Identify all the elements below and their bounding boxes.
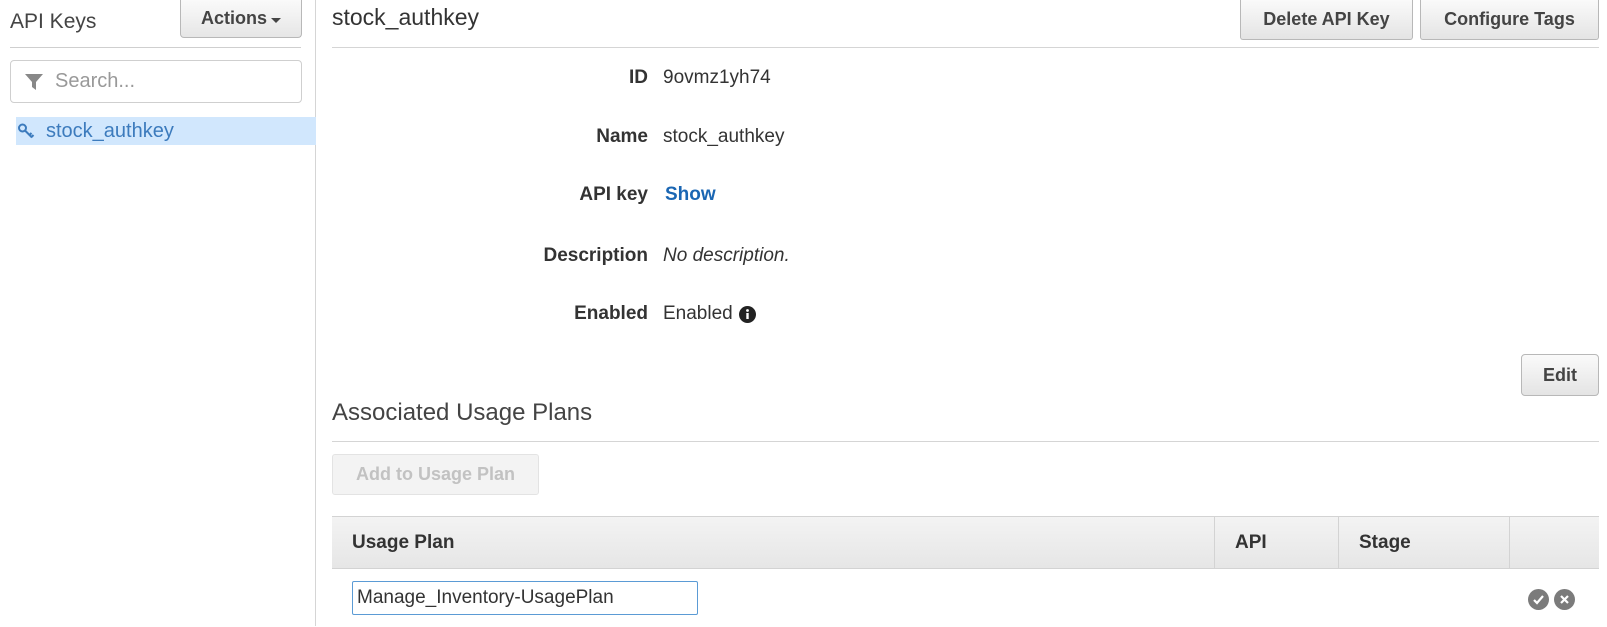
caret-down-icon (271, 17, 281, 23)
description-value: No description. (663, 245, 790, 266)
description-label: Description (543, 245, 648, 266)
detail-row-description: Description No description. (332, 241, 1232, 271)
search-box[interactable] (10, 60, 302, 103)
row-actions (1528, 589, 1575, 610)
header-divider (332, 47, 1599, 48)
search-input[interactable] (53, 69, 287, 94)
close-icon[interactable] (1554, 589, 1575, 610)
check-icon[interactable] (1528, 589, 1549, 610)
usage-plans-table: Usage Plan API Stage (332, 516, 1599, 627)
id-label: ID (629, 67, 648, 88)
actions-label: Actions (200, 8, 267, 28)
sidebar-divider (10, 47, 301, 48)
detail-row-id: ID 9ovmz1yh74 (332, 63, 1232, 93)
name-value: stock_authkey (663, 126, 785, 147)
delete-api-key-button[interactable]: Delete API Key (1240, 0, 1413, 40)
enabled-label: Enabled (574, 303, 648, 324)
table-header: Usage Plan API Stage (332, 516, 1599, 569)
show-api-key-link[interactable]: Show (665, 184, 716, 206)
sidebar-title: API Keys (10, 10, 97, 33)
usage-plan-input[interactable] (352, 581, 698, 615)
info-icon[interactable] (738, 305, 756, 323)
detail-row-api-key: API key Show (332, 180, 1232, 210)
api-key-label: API key (579, 184, 648, 205)
page-title: stock_authkey (332, 4, 480, 30)
actions-button[interactable]: Actions (180, 0, 302, 38)
enabled-value: Enabled (663, 303, 733, 324)
section-divider (332, 441, 1599, 442)
column-header-usage-plan: Usage Plan (332, 517, 1215, 568)
key-icon (17, 122, 35, 140)
column-header-api: API (1215, 517, 1339, 568)
column-header-stage: Stage (1339, 517, 1510, 568)
edit-button[interactable]: Edit (1521, 354, 1599, 396)
name-label: Name (596, 126, 648, 147)
filter-icon (23, 71, 45, 93)
sidebar-item-label: stock_authkey (46, 119, 174, 142)
id-value: 9ovmz1yh74 (663, 67, 771, 88)
usage-plans-title: Associated Usage Plans (332, 399, 593, 426)
sidebar: API Keys Actions stock_authkey (0, 0, 316, 626)
sidebar-item-stock-authkey[interactable]: stock_authkey (16, 117, 316, 145)
column-header-actions (1510, 517, 1599, 568)
table-row (332, 569, 1599, 627)
configure-tags-button[interactable]: Configure Tags (1420, 0, 1599, 40)
detail-row-enabled: Enabled Enabled (332, 299, 1232, 329)
detail-row-name: Name stock_authkey (332, 122, 1232, 152)
add-to-usage-plan-button[interactable]: Add to Usage Plan (332, 454, 539, 495)
